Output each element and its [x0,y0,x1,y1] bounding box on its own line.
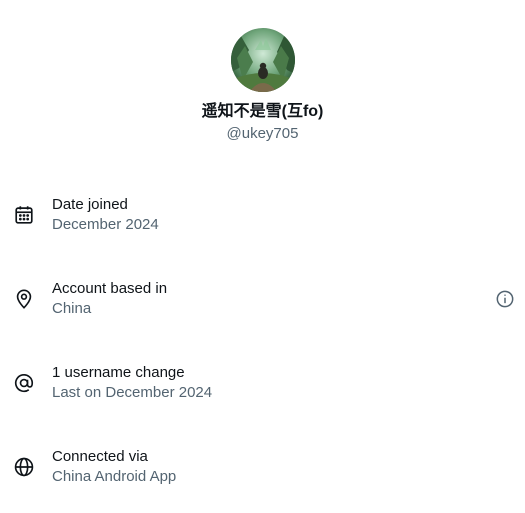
connected-via-label: Connected via [52,448,148,465]
account-based-in-label: Account based in [52,280,168,297]
avatar-image [230,28,295,92]
username-handle: @ukey705 [226,125,299,142]
date-joined-row: Date joined December 2024 [0,195,525,239]
about-account-page: 遥知不是雪(互fo) @ukey705 Date joined December… [0,0,525,513]
username-change-label: 1 username change [52,364,185,381]
calendar-icon [13,204,35,226]
date-joined-label: Date joined [52,196,128,213]
display-name: 遥知不是雪(互fo) [201,103,324,120]
info-icon[interactable] [495,289,515,309]
username-change-row: 1 username change Last on December 2024 [0,363,525,407]
account-based-in-value: China [52,300,92,317]
connected-via-value: China Android App [52,468,177,485]
location-pin-icon [13,288,35,310]
date-joined-value: December 2024 [52,216,159,233]
profile-header: 遥知不是雪(互fo) @ukey705 [0,28,525,144]
avatar[interactable] [230,28,295,92]
username-change-value: Last on December 2024 [52,384,213,401]
globe-icon [13,456,35,478]
connected-via-row: Connected via China Android App [0,447,525,491]
account-based-in-row: Account based in China [0,279,525,323]
at-sign-icon [13,372,35,394]
